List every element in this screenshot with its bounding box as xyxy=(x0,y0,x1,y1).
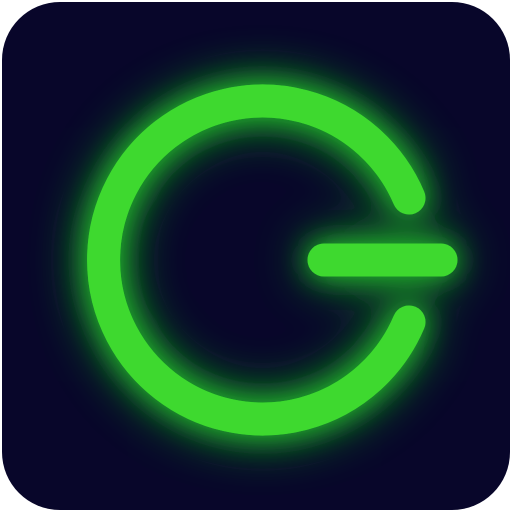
power-g-glyph-icon xyxy=(87,84,458,436)
glyph-shape xyxy=(87,84,458,436)
app-icon xyxy=(0,0,512,512)
app-icon-background xyxy=(2,2,510,510)
